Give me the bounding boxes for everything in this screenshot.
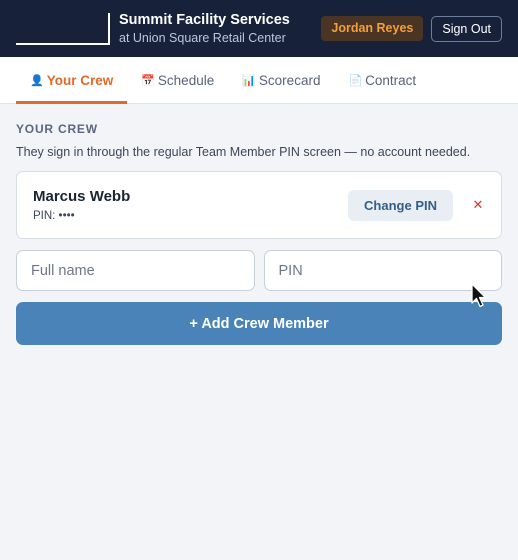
document-icon: 📄 [348, 74, 363, 87]
brand: Summit Facility Services at Union Square… [119, 11, 290, 46]
tab-label: Schedule [157, 72, 215, 88]
header-actions: Jordan Reyes Sign Out [321, 15, 502, 42]
mouse-cursor-icon [471, 283, 487, 308]
add-member-inputs [16, 250, 502, 291]
tab-scorecard[interactable]: 📊 Scorecard [228, 57, 334, 103]
remove-member-close-icon[interactable]: ✕ [471, 197, 485, 213]
person-icon: 👤 [30, 74, 44, 87]
tab-schedule[interactable]: 📅 Schedule [127, 57, 228, 103]
tab-contract[interactable]: 📄 Contract [334, 57, 430, 103]
location-subtitle: at Union Square Retail Center [119, 31, 286, 45]
full-name-input[interactable] [16, 250, 255, 291]
pin-input[interactable] [263, 250, 502, 291]
crew-member-name: Marcus Webb [33, 188, 131, 205]
calendar-icon: 📅 [141, 74, 155, 87]
crew-member-pin: PIN: •••• [33, 210, 75, 222]
app-header: Summit Facility Services at Union Square… [0, 0, 518, 57]
section-description: They sign in through the regular Team Me… [16, 145, 471, 159]
tab-your-crew[interactable]: 👤 Your Crew [16, 57, 128, 104]
tab-label: Contract [365, 72, 417, 88]
company-title: Summit Facility Services [119, 12, 290, 28]
logo [16, 12, 110, 45]
tab-bar: 👤 Your Crew 📅 Schedule 📊 Scorecard 📄 Con… [0, 57, 518, 104]
section-title: YOUR CREW [16, 122, 98, 136]
crew-member-info: Marcus Webb PIN: •••• [33, 188, 130, 222]
bar-chart-icon: 📊 [242, 74, 256, 87]
add-crew-member-button[interactable]: + Add Crew Member [16, 302, 502, 345]
tab-label: Scorecard [258, 72, 321, 88]
change-pin-button[interactable]: Change PIN [348, 189, 453, 221]
tab-label: Your Crew [46, 72, 114, 88]
user-name-badge: Jordan Reyes [321, 16, 424, 41]
crew-member-card: Marcus Webb PIN: •••• Change PIN ✕ [16, 171, 502, 239]
crew-section: YOUR CREW They sign in through the regul… [0, 104, 518, 345]
sign-out-button[interactable]: Sign Out [431, 15, 502, 42]
